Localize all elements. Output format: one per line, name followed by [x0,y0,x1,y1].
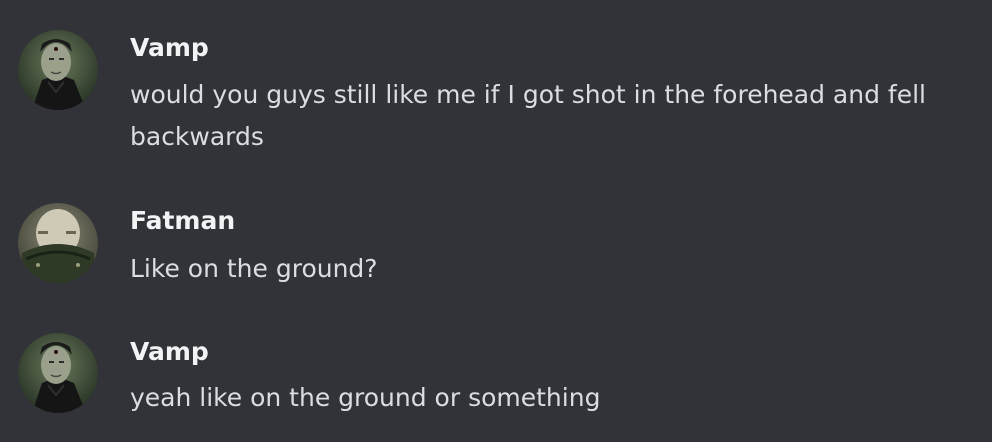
message-author[interactable]: Vamp [130,337,209,367]
vamp-avatar[interactable] [18,30,98,110]
vamp-avatar[interactable] [18,333,98,413]
fatman-avatar[interactable] [18,203,98,283]
message-text: yeah like on the ground or something [130,383,601,412]
message-author[interactable]: Vamp [130,33,209,63]
message-author[interactable]: Fatman [130,206,235,236]
message-text: Like on the ground? [130,254,378,283]
message-text: would you guys still like me if I got sh… [130,80,926,151]
chat-log: Vamp would you guys still like me if I g… [0,0,992,442]
